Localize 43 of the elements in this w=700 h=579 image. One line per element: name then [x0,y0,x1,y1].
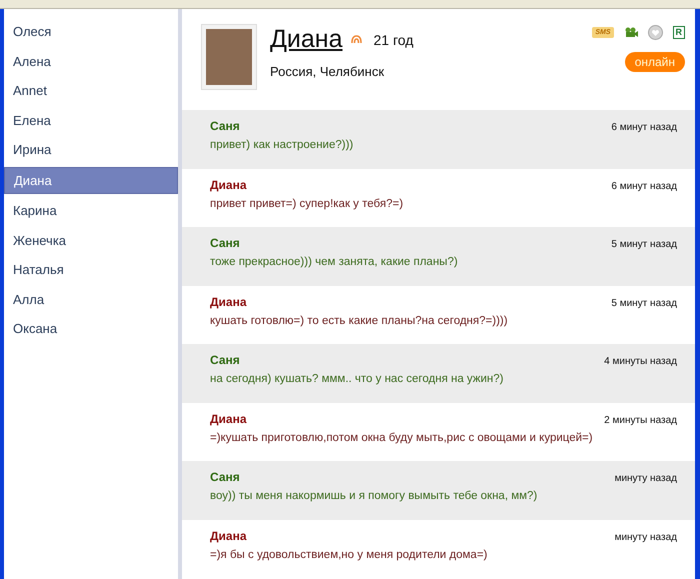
contact-item[interactable]: Оксана [4,316,178,341]
location-text: Россия, Челябинск [270,64,384,79]
contact-item[interactable]: Алла [4,286,178,312]
sender-name: Диана [210,528,247,542]
message-text: тоже прекрасное))) чем занята, какие планы?) [210,256,458,268]
message-text: на сегодня) кушать? ммм.. что у нас сегодня на ужин?) [210,373,504,385]
photo-placeholder [202,25,256,89]
contact-item[interactable]: Ирина [4,137,178,162]
message-text: кушать готовлю=) то есть какие планы?на сегодня?=)))) [210,314,508,326]
message-time: 4 минуты назад [604,356,677,367]
contact-item[interactable]: Алена [4,48,178,74]
message-time: минуту назад [614,473,677,484]
contact-item[interactable]: Наталья [4,257,178,282]
message-time: 6 минут назад [611,180,677,192]
message-time: 2 минуты назад [604,414,677,426]
sender-name: Саня [210,119,240,133]
sender-name: Саня [210,470,240,484]
contact-item[interactable]: Диана [4,166,178,194]
message-text: =)кушать приготовлю,потом окна буду мыть,рис с овощами и курицей=) [210,432,593,444]
message-time: 6 минут назад [611,122,677,133]
contact-item[interactable]: Елена [4,108,178,132]
message-time: 5 минут назад [611,239,677,250]
camera-icon[interactable] [624,26,638,38]
sender-name: Саня [210,236,240,250]
message-text: воу)) ты меня накормишь и я помогу вымыть тебе окна, мм?) [210,490,538,502]
message-text: привет) как настроение?))) [210,139,354,151]
zodiac-icon [350,35,362,44]
profile-name-link[interactable]: Диана [270,25,343,54]
sender-name: Диана [210,294,247,308]
message-time: минуту назад [614,532,677,542]
age-text: 21 год [374,32,414,48]
contact-item[interactable]: Карина [4,198,178,223]
sender-name: Диана [210,412,247,426]
message-time: 5 минут назад [611,298,677,308]
contact-item[interactable]: Женечка [4,228,178,252]
r-badge[interactable]: R [672,26,685,39]
online-status-badge: онлайн [624,52,685,72]
sender-name: Диана [210,178,247,192]
contact-item[interactable]: Олеся [4,19,178,44]
message-text: =)я бы с удовольствием,но у меня родители дома=) [210,548,488,560]
contact-item[interactable]: Annet [4,78,178,103]
sender-name: Саня [210,353,240,367]
message-text: привет привет=) супер!как у тебя?=) [210,198,404,210]
